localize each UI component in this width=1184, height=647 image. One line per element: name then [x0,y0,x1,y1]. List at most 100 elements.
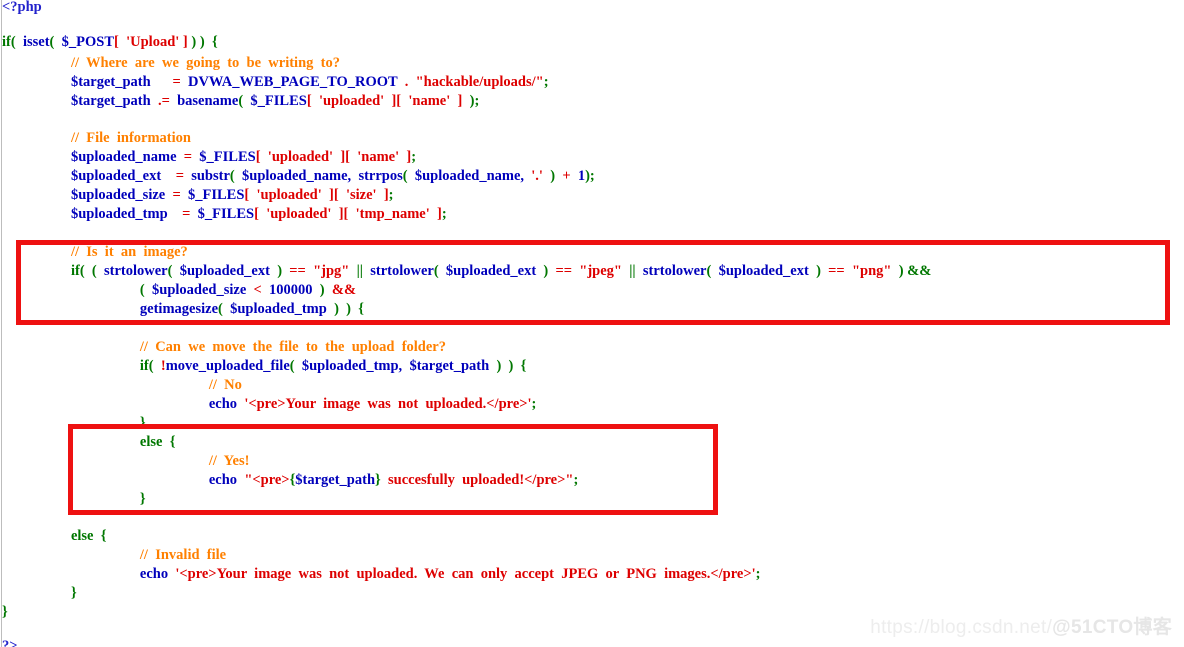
screenshot-viewport: <?php if( isset( $_POST[ 'Upload' ] ) ) … [0,0,1184,647]
code-token-punct: ; [441,206,447,222]
code-token-punct: ; [573,472,579,488]
code-token-fn: isset [19,34,50,50]
code-token-var: $uploaded_name, [238,168,352,184]
code-token-str: '<pre>Your image was not uploaded.</pre>… [237,396,532,412]
code-token-op: ][ [387,93,405,109]
code-line: $uploaded_name = $_FILES[ 'uploaded' ][ … [71,148,416,167]
code-token-fn: substr [191,168,230,184]
code-token-str: '<pre>Your image was not uploaded. We ca… [168,566,756,582]
code-token-fn: getimagesize [139,301,219,317]
code-line: if( !move_uploaded_file( $uploaded_tmp, … [140,357,526,376]
code-token-fn: echo [139,566,169,582]
code-token-tag: <?php [2,0,42,15]
code-token-punct: ) && [895,263,932,279]
code-token-punct: ) [546,168,559,184]
code-token-punct: ( [49,34,59,50]
code-token-punct: ) [342,301,355,317]
code-token-punct: ( [88,263,101,279]
code-token-punct: ( [167,263,177,279]
code-token-var: $_FILES [197,206,255,222]
code-token-op: ][ [335,206,353,222]
code-token-var: $uploaded_size [70,187,166,203]
code-token-cmt: // Where are we going to be writing to? [70,55,340,71]
code-line: getimagesize( $uploaded_tmp ) ) { [140,300,364,319]
code-token-op: [ [244,187,253,203]
code-line: } [2,603,8,622]
code-token-str: 'uploaded' [264,149,337,165]
code-token-str: "jpeg" [575,263,626,279]
code-token-var: $uploaded_size [148,282,250,298]
code-token-punct: { [354,301,364,317]
code-line: if( isset( $_POST[ 'Upload' ] ) ) { [2,33,218,52]
code-line: // Invalid file [140,546,226,565]
code-token-punct: ; [531,396,537,412]
code-token-fn: echo [208,396,238,412]
code-line: // Can we move the file to the upload fo… [140,338,446,357]
code-token-punct: ( [402,168,412,184]
code-token-punct: { [517,358,527,374]
code-token-punct: ) [316,282,329,298]
code-token-str: 'name' [404,93,454,109]
code-token-op: ] [402,149,412,165]
watermark-url: https://blog.csdn.net/ [870,617,1053,638]
code-token-op: ] [453,93,466,109]
code-token-tag: ?> [2,638,18,647]
code-token-cmt: // Yes! [208,453,250,469]
code-token-punct: ( [148,358,158,374]
code-token-fn: echo [208,472,238,488]
code-token-cmt: // Invalid file [139,547,227,563]
code-token-kw: if [139,358,149,374]
code-token-punct: } [70,585,77,601]
code-token-fn: basename [177,93,239,109]
watermark-account: @51CTO博客 [1052,617,1172,638]
code-line: // Yes! [209,452,250,471]
code-token-punct: ; [755,566,761,582]
code-line: // File information [71,129,191,148]
source-code-block[interactable]: <?php if( isset( $_POST[ 'Upload' ] ) ) … [0,0,1184,647]
code-token-var: $_POST [58,34,115,50]
code-line: $target_path .= basename( $_FILES[ 'uplo… [71,92,479,111]
code-line: $uploaded_ext = substr( $uploaded_name, … [71,167,595,186]
code-token-var: $target_path [295,472,376,488]
code-token-cmt: // No [208,377,242,393]
code-token-str: 'uploaded' [262,206,336,222]
code-line: echo "<pre>{$target_path} succesfully up… [209,471,578,490]
code-token-cmt: // File information [70,130,191,146]
code-line: // Where are we going to be writing to? [71,54,340,73]
code-line: else { [71,527,107,546]
code-token-op: && [328,282,357,298]
code-token-punct: || [352,263,367,279]
code-token-punct: ) [273,263,286,279]
code-token-op: == [824,263,849,279]
code-token-punct: ( [289,358,299,374]
code-token-str: 'name' [353,149,403,165]
code-line: $uploaded_size = $_FILES[ 'uploaded' ][ … [71,186,394,205]
code-token-var: $uploaded_tmp, [298,358,403,374]
code-token-punct: ; [543,74,549,90]
code-token-var: $uploaded_name [70,149,177,165]
code-token-str: '.' [524,168,547,184]
code-token-punct: { [93,528,107,544]
code-line: } [140,414,146,433]
code-token-var: $_FILES [199,149,256,165]
code-token-kw: if [2,34,11,50]
code-token-punct: ( [238,93,247,109]
code-token-op: [ [254,206,263,222]
code-token-fn: strtolower [100,263,168,279]
code-token-fn: strtolower [366,263,434,279]
code-token-var: $uploaded_ext [176,263,274,279]
code-token-punct: ) [812,263,825,279]
code-token-str: "png" [848,263,896,279]
code-line: ?> [2,637,18,647]
code-line: } [140,490,146,509]
code-token-punct: ) [191,34,200,50]
code-token-cmt: // Is it an image? [70,244,188,260]
code-token-punct: ); [585,168,595,184]
code-token-var: $uploaded_ext [442,263,540,279]
site-watermark: https://blog.csdn.net/@51CTO博客 [870,612,1172,639]
code-token-op: .= [150,93,178,109]
